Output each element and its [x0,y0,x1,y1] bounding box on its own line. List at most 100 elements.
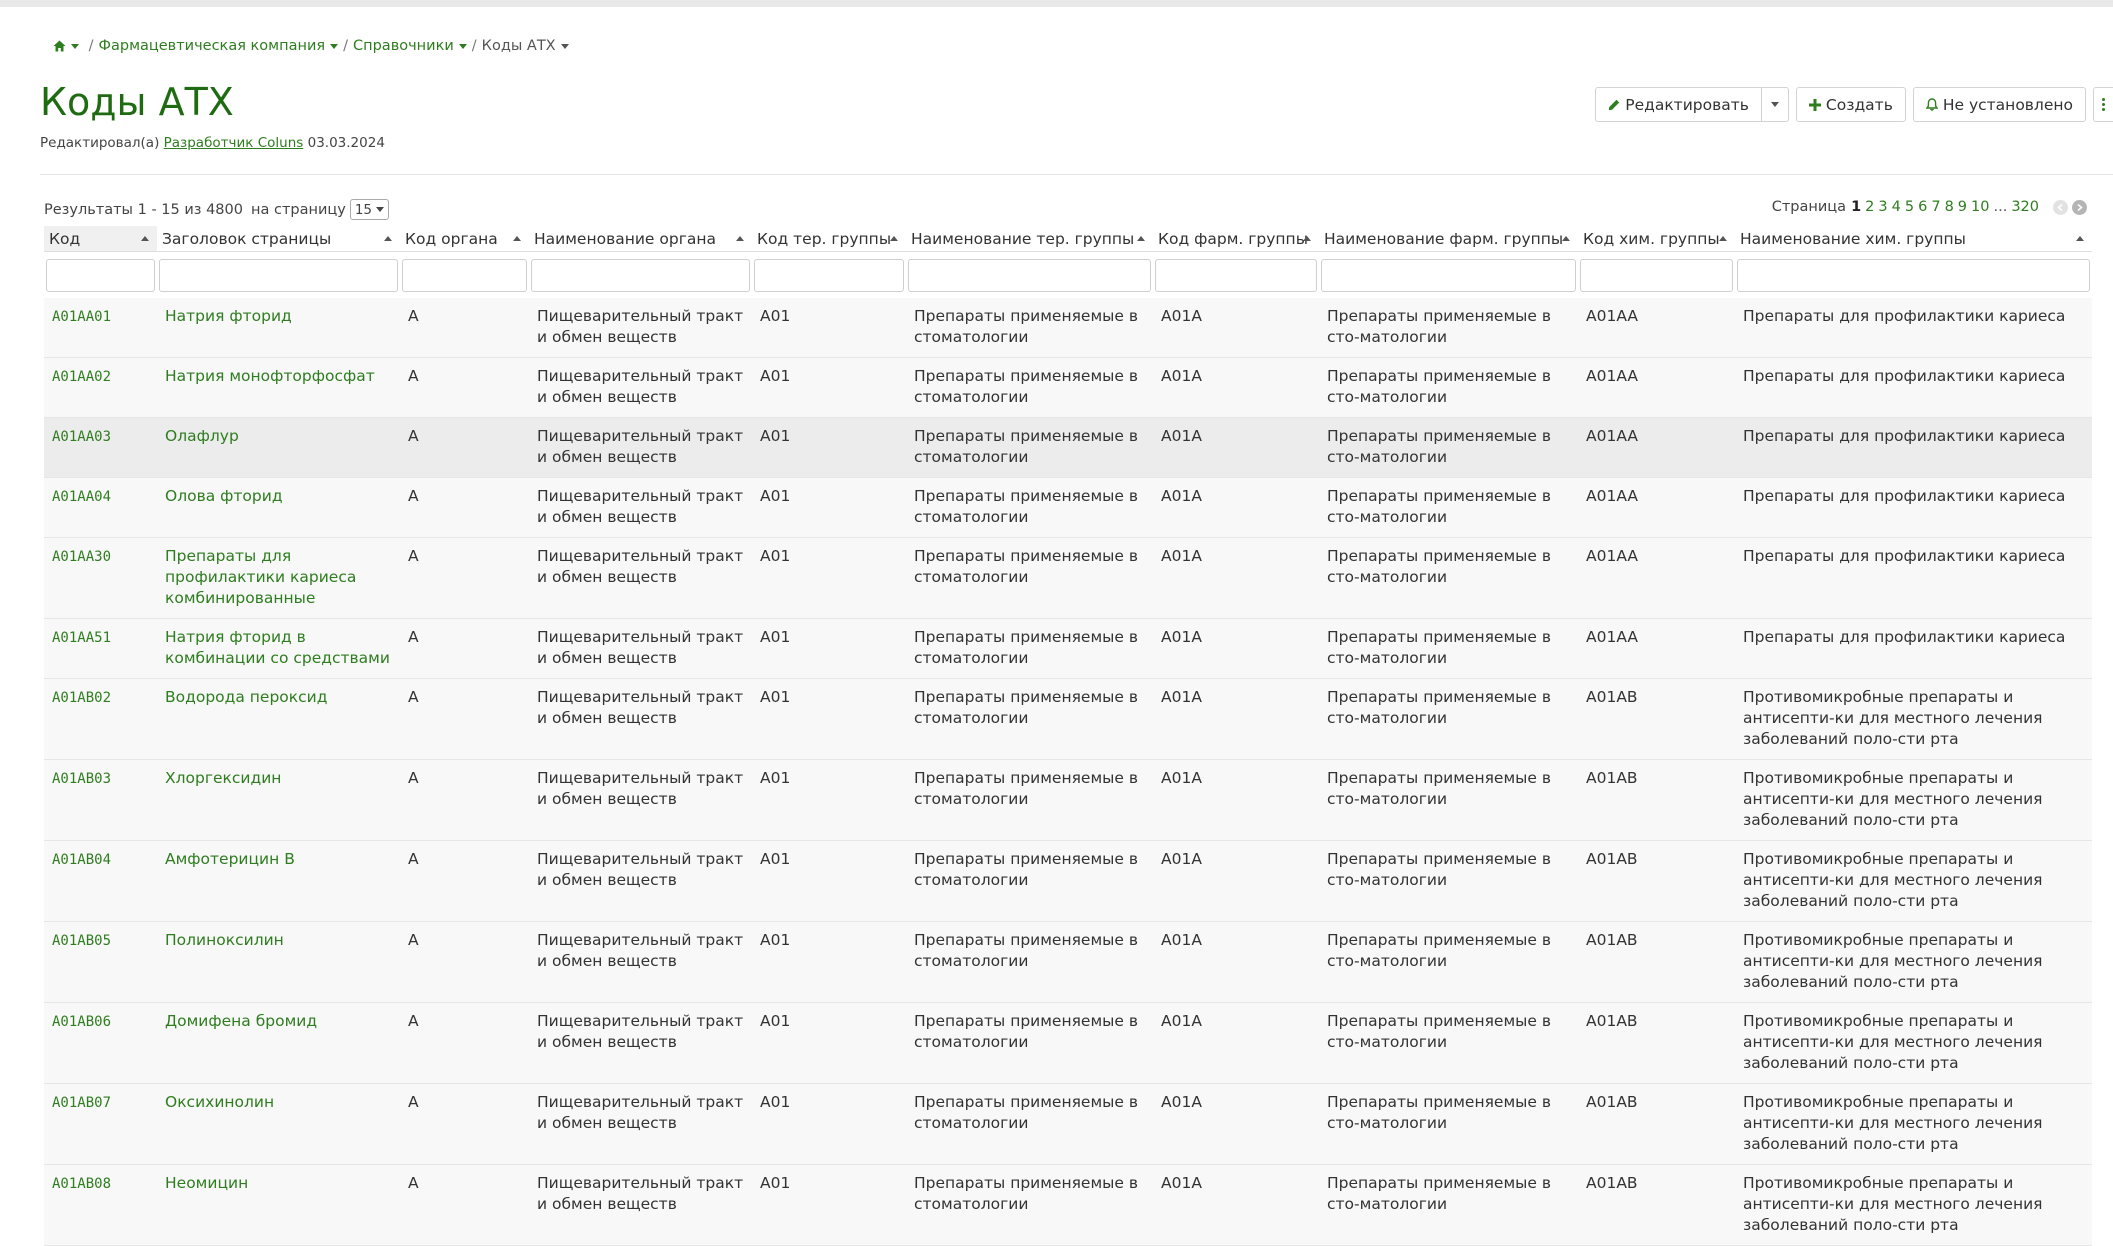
filter-input-organ-name[interactable] [531,258,750,292]
chevron-down-icon[interactable] [560,43,569,49]
create-button-label: Создать [1825,95,1893,114]
cell-code[interactable]: A01AA02 [44,357,157,418]
page-link[interactable]: 7 [1931,199,1940,215]
column-header-code[interactable]: Код [44,226,157,252]
cell-code[interactable]: A01AA01 [44,298,157,358]
page-link[interactable]: 2 [1865,199,1874,215]
cell-code[interactable]: A01AB08 [44,1164,157,1246]
cell-code[interactable]: A01AA03 [44,417,157,478]
cell-organ-code: A [400,537,529,619]
cell-code[interactable]: A01AB04 [44,840,157,922]
cell-chem-group-name: Противомикробные препараты и антисепти-к… [1735,921,2092,1003]
cell-code[interactable]: A01AB06 [44,1002,157,1084]
cell-page-title[interactable]: Водорода пероксид [157,678,400,760]
page-link[interactable]: 9 [1958,199,1967,215]
page-link[interactable]: 6 [1918,199,1927,215]
page-link[interactable]: 4 [1892,199,1901,215]
cell-page-title[interactable]: Полиноксилин [157,921,400,1003]
cell-code[interactable]: A01AA04 [44,477,157,538]
cell-page-title[interactable]: Олафлур [157,417,400,478]
page-link-last[interactable]: 320 [2011,199,2039,215]
author-link[interactable]: Разработчик Coluns [164,135,304,151]
cell-page-title[interactable]: Оксихинолин [157,1083,400,1165]
table-row: A01AA30 Препараты для профилактики карие… [44,537,2092,619]
filter-cell [1153,252,1319,299]
cell-pharm-group-name: Препараты применяемые в сто-матологии [1319,477,1578,538]
edit-dropdown-toggle[interactable] [1761,87,1789,122]
filter-input-ther-group-code[interactable] [754,258,904,292]
cell-pharm-group-name: Препараты применяемые в сто-матологии [1319,618,1578,679]
column-header-page-title[interactable]: Заголовок страницы [157,226,400,252]
cell-page-title[interactable]: Препараты для профилактики кариеса комби… [157,537,400,619]
filter-input-chem-group-name[interactable] [1737,258,2090,292]
create-button[interactable]: Создать [1795,87,1906,122]
cell-ther-group-name: Препараты применяемые в стоматологии [906,1002,1153,1084]
cell-ther-group-name: Препараты применяемые в стоматологии [906,678,1153,760]
more-actions-button[interactable] [2093,87,2113,122]
filter-input-pharm-group-name[interactable] [1321,258,1576,292]
cell-ther-group-code: A01 [752,1083,906,1165]
cell-pharm-group-code: A01A [1153,678,1319,760]
cell-pharm-group-name: Препараты применяемые в сто-матологии [1319,1083,1578,1165]
cell-page-title[interactable]: Домифена бромид [157,1002,400,1084]
filter-input-chem-group-code[interactable] [1580,258,1733,292]
column-header-label: Код органа [405,229,498,248]
cell-code[interactable]: A01AA30 [44,537,157,619]
column-header-chem-group-name[interactable]: Наименование хим. группы [1735,226,2092,252]
filter-input-code[interactable] [46,258,155,292]
page-link[interactable]: 3 [1878,199,1887,215]
cell-page-title[interactable]: Натрия фторид [157,298,400,358]
filter-input-page-title[interactable] [159,258,398,292]
filter-input-ther-group-name[interactable] [908,258,1151,292]
cell-code[interactable]: A01AA51 [44,618,157,679]
cell-code[interactable]: A01AB02 [44,678,157,760]
column-header-organ-code[interactable]: Код органа [400,226,529,252]
results-count: Результаты 1 - 15 из 4800 [44,201,243,218]
prev-page-button[interactable] [2053,199,2068,215]
column-header-ther-group-code[interactable]: Код тер. группы [752,226,906,252]
breadcrumb-home[interactable] [53,38,84,54]
cell-page-title[interactable]: Натрия фторид в комбинации со средствами [157,618,400,679]
breadcrumb-item-directories[interactable]: Справочники [353,38,467,54]
cell-ther-group-code: A01 [752,840,906,922]
cell-page-title[interactable]: Хлоргексидин [157,759,400,841]
cell-organ-code: A [400,1164,529,1246]
cell-ther-group-name: Препараты применяемые в стоматологии [906,618,1153,679]
cell-page-title[interactable]: Неомицин [157,1164,400,1246]
cell-page-title[interactable]: Натрия монофторфосфат [157,357,400,418]
cell-organ-name: Пищеварительный тракт и обмен веществ [529,921,752,1003]
breadcrumb-item-company[interactable]: Фармацевтическая компания [99,38,339,54]
bell-icon [1925,98,1938,111]
filter-input-pharm-group-code[interactable] [1155,258,1317,292]
breadcrumb-current[interactable]: Коды АТХ [482,38,569,54]
cell-page-title[interactable]: Олова фторид [157,477,400,538]
column-header-pharm-group-name[interactable]: Наименование фарм. группы [1319,226,1578,252]
filter-input-organ-code[interactable] [402,258,527,292]
cell-organ-code: A [400,298,529,358]
edit-button[interactable]: Редактировать [1595,87,1762,122]
filter-cell [1735,252,2092,299]
cell-pharm-group-code: A01A [1153,537,1319,619]
chevron-down-icon [1770,102,1779,107]
chevron-down-icon[interactable] [330,43,339,49]
column-header-organ-name[interactable]: Наименование органа [529,226,752,252]
notification-button[interactable]: Не установлено [1912,87,2086,122]
cell-page-title[interactable]: Амфотерицин B [157,840,400,922]
next-page-button[interactable] [2072,199,2087,215]
page-link[interactable]: 8 [1945,199,1954,215]
cell-chem-group-name: Препараты для профилактики кариеса [1735,618,2092,679]
filter-cell [1319,252,1578,299]
chevron-down-icon[interactable] [458,43,467,49]
cell-code[interactable]: A01AB07 [44,1083,157,1165]
cell-code[interactable]: A01AB03 [44,759,157,841]
cell-pharm-group-name: Препараты применяемые в сто-матологии [1319,537,1578,619]
cell-code[interactable]: A01AB05 [44,921,157,1003]
per-page-select[interactable]: 15 [349,199,390,220]
column-header-chem-group-code[interactable]: Код хим. группы [1578,226,1735,252]
page-link[interactable]: 10 [1971,199,1989,215]
page-link[interactable]: 5 [1905,199,1914,215]
chevron-down-icon[interactable] [71,43,79,49]
cell-organ-code: A [400,678,529,760]
column-header-pharm-group-code[interactable]: Код фарм. группы [1153,226,1319,252]
column-header-ther-group-name[interactable]: Наименование тер. группы [906,226,1153,252]
